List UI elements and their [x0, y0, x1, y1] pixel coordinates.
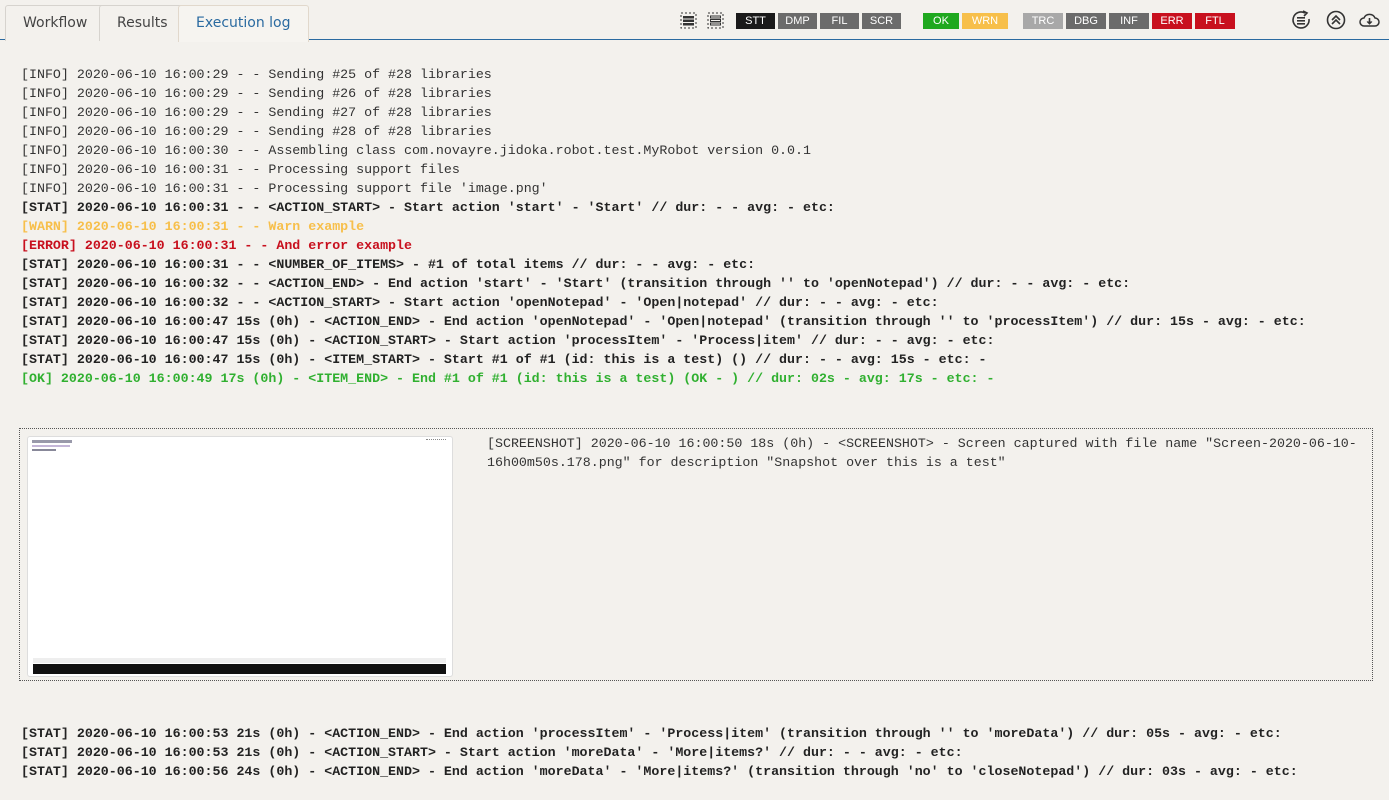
log-line-stat: [STAT] 2020-06-10 16:00:53 21s (0h) - <A…: [21, 726, 1282, 741]
log-line-warn: [WARN] 2020-06-10 16:00:31 - - Warn exam…: [21, 219, 365, 234]
filter-dbg-button[interactable]: DBG: [1066, 13, 1106, 29]
log-line-stat: [STAT] 2020-06-10 16:00:32 - - <ACTION_E…: [21, 276, 1131, 291]
refresh-log-icon[interactable]: [1291, 9, 1313, 31]
download-icon[interactable]: [1358, 9, 1380, 31]
filter-inf-button[interactable]: INF: [1109, 13, 1149, 29]
thumb-taskbar: [33, 664, 446, 674]
thumb-window-controls: [426, 439, 446, 443]
log-line-info: [INFO] 2020-06-10 16:00:31 - - Processin…: [21, 181, 548, 196]
log-lines-before: [INFO] 2020-06-10 16:00:29 - - Sending #…: [0, 65, 1389, 388]
log-line-stat: [STAT] 2020-06-10 16:00:47 15s (0h) - <I…: [21, 352, 987, 367]
filter-wrn-button[interactable]: WRN: [962, 13, 1008, 29]
log-line-stat: [STAT] 2020-06-10 16:00:47 15s (0h) - <A…: [21, 314, 1306, 329]
thumb-window-title: [32, 440, 72, 443]
tab-workflow[interactable]: Workflow: [5, 5, 106, 41]
log-line-info: [INFO] 2020-06-10 16:00:29 - - Sending #…: [21, 67, 492, 82]
screenshot-log-text: [SCREENSHOT] 2020-06-10 16:00:50 18s (0h…: [487, 436, 1357, 470]
filter-err-button[interactable]: ERR: [1152, 13, 1192, 29]
filter-ok-button[interactable]: OK: [923, 13, 959, 29]
log-line-error: [ERROR] 2020-06-10 16:00:31 - - And erro…: [21, 238, 412, 253]
tab-results[interactable]: Results: [99, 5, 186, 41]
filter-stt-button[interactable]: STT: [736, 13, 775, 29]
top-bar: Workflow Results Execution log STT DMP FIL…: [0, 0, 1389, 42]
log-line-info: [INFO] 2020-06-10 16:00:30 - - Assemblin…: [21, 143, 811, 158]
log-line-info: [INFO] 2020-06-10 16:00:29 - - Sending #…: [21, 124, 492, 139]
thumb-text-content: [32, 449, 56, 451]
log-line-stat: [STAT] 2020-06-10 16:00:31 - - <NUMBER_O…: [21, 257, 756, 272]
thumb-menu-bar: [32, 445, 70, 447]
filter-ftl-button[interactable]: FTL: [1195, 13, 1235, 29]
filter-trc-button[interactable]: TRC: [1023, 13, 1063, 29]
log-line-stat: [STAT] 2020-06-10 16:00:32 - - <ACTION_S…: [21, 295, 939, 310]
filter-scr-button[interactable]: SCR: [862, 13, 901, 29]
thumb-status-bar: [33, 658, 446, 663]
tab-execution-log[interactable]: Execution log: [178, 5, 309, 42]
log-line-stat: [STAT] 2020-06-10 16:00:31 - - <ACTION_S…: [21, 200, 835, 215]
log-line-stat: [STAT] 2020-06-10 16:00:56 24s (0h) - <A…: [21, 764, 1298, 779]
log-line-info: [INFO] 2020-06-10 16:00:31 - - Processin…: [21, 162, 460, 177]
filter-dmp-button[interactable]: DMP: [778, 13, 817, 29]
expand-all-icon[interactable]: [680, 12, 697, 29]
log-line-stat: [STAT] 2020-06-10 16:00:53 21s (0h) - <A…: [21, 745, 963, 760]
execution-log: [INFO] 2020-06-10 16:00:29 - - Sending #…: [0, 27, 1389, 800]
screenshot-entry: [SCREENSHOT] 2020-06-10 16:00:50 18s (0h…: [19, 428, 1373, 681]
log-line-info: [INFO] 2020-06-10 16:00:29 - - Sending #…: [21, 86, 492, 101]
scroll-top-icon[interactable]: [1325, 9, 1347, 31]
log-line-info: [INFO] 2020-06-10 16:00:29 - - Sending #…: [21, 105, 492, 120]
log-line-ok: [OK] 2020-06-10 16:00:49 17s (0h) - <ITE…: [21, 371, 995, 386]
log-lines-after: [STAT] 2020-06-10 16:00:53 21s (0h) - <A…: [0, 724, 1389, 781]
screenshot-thumbnail[interactable]: [27, 436, 453, 677]
log-line-stat: [STAT] 2020-06-10 16:00:47 15s (0h) - <A…: [21, 333, 995, 348]
collapse-all-icon[interactable]: [707, 12, 724, 29]
filter-fil-button[interactable]: FIL: [820, 13, 859, 29]
